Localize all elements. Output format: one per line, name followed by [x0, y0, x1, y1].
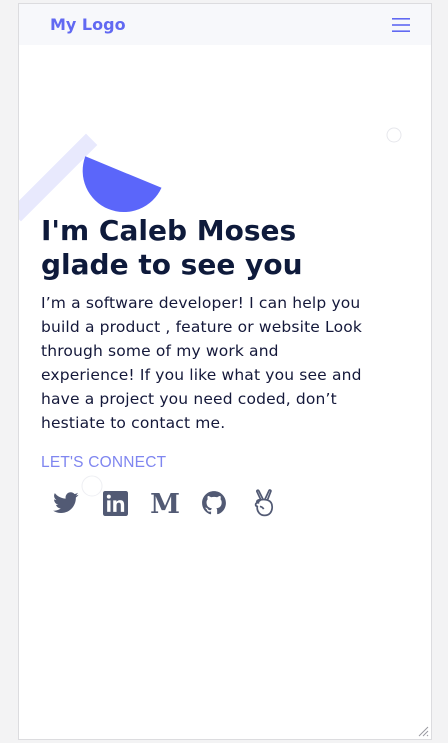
connect-label: LET'S CONNECT: [41, 454, 167, 471]
hero-title: I'm Caleb Moses glade to see you: [41, 214, 381, 282]
hamburger-menu-icon[interactable]: [391, 16, 411, 34]
page-frame: My Logo I'm Caleb Moses glade to see you…: [18, 3, 432, 740]
angellist-icon: [254, 489, 273, 517]
decorative-diagonal-bar: [19, 133, 98, 222]
hero-title-line-2: glade to see you: [41, 248, 303, 281]
svg-text:M: M: [151, 490, 179, 516]
decorative-half-circle: [82, 156, 162, 213]
navbar: My Logo: [19, 4, 431, 45]
angellist-link[interactable]: [239, 486, 289, 520]
hero-intro-text: I’m a software developer! I can help you…: [41, 294, 362, 432]
decorative-ring: [386, 127, 402, 143]
medium-link[interactable]: M: [140, 486, 190, 520]
hero-title-line-1: I'm Caleb Moses: [41, 214, 297, 247]
linkedin-link[interactable]: [91, 486, 141, 520]
github-icon: [202, 491, 227, 515]
resize-grip-icon[interactable]: [417, 725, 429, 737]
social-links: M: [41, 486, 289, 520]
twitter-link[interactable]: [41, 486, 91, 520]
twitter-icon: [52, 492, 79, 513]
linkedin-icon: [102, 490, 128, 516]
medium-icon: M: [151, 490, 179, 516]
logo-link[interactable]: My Logo: [50, 15, 126, 34]
github-link[interactable]: [190, 486, 240, 520]
